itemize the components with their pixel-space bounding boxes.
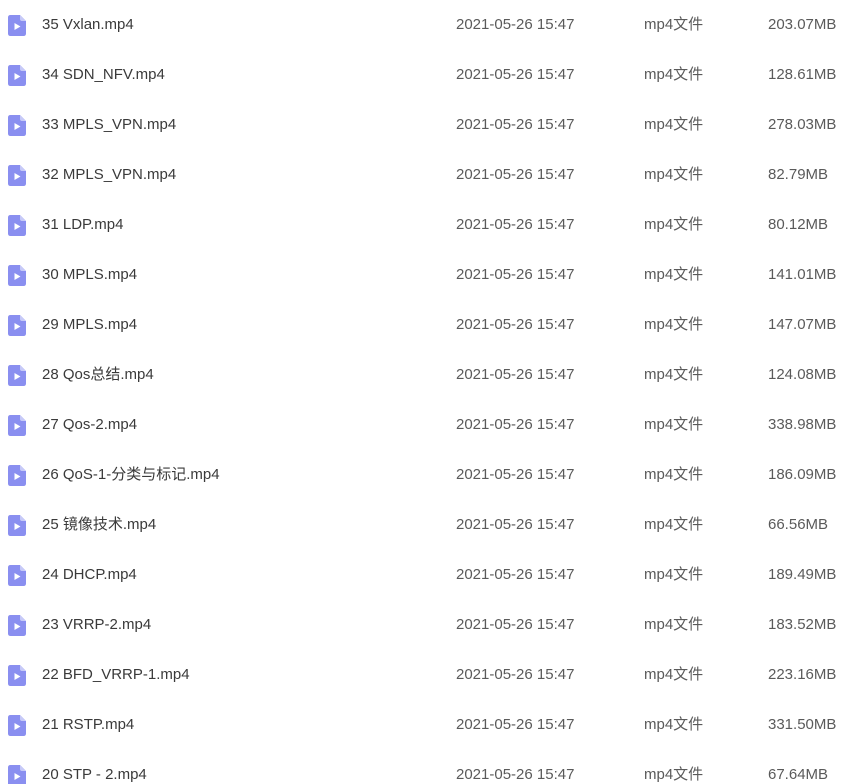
file-size: 141.01MB xyxy=(768,266,837,283)
file-name[interactable]: 28 Qos总结.mp4 xyxy=(42,366,154,384)
file-size: 331.50MB xyxy=(768,716,837,733)
file-list: 35 Vxlan.mp4 2021-05-26 15:47 mp4文件 203.07M… xyxy=(0,0,862,784)
video-file-icon xyxy=(8,765,26,784)
file-row[interactable]: 34 SDN_NFV.mp4 2021-05-26 15:47 mp4文件 128.6… xyxy=(0,50,862,100)
file-row[interactable]: 27 Qos-2.mp4 2021-05-26 15:47 mp4文件 338.98M… xyxy=(0,400,862,450)
file-row[interactable]: 26 QoS-1-分类与标记.mp4 2021-05-26 15:47 mp4文件 1… xyxy=(0,450,862,500)
file-type: mp4文件 xyxy=(644,766,704,783)
file-modified-date: 2021-05-26 15:47 xyxy=(456,116,575,133)
video-file-icon xyxy=(8,265,26,286)
video-file-icon xyxy=(8,65,26,86)
file-name[interactable]: 35 Vxlan.mp4 xyxy=(42,16,134,34)
file-type: mp4文件 xyxy=(644,266,704,283)
file-name[interactable]: 24 DHCP.mp4 xyxy=(42,566,137,584)
file-modified-date: 2021-05-26 15:47 xyxy=(456,716,575,733)
file-type: mp4文件 xyxy=(644,516,704,533)
file-name[interactable]: 25 镜像技术.mp4 xyxy=(42,516,156,534)
file-name[interactable]: 33 MPLS_VPN.mp4 xyxy=(42,116,176,134)
file-type: mp4文件 xyxy=(644,116,704,133)
file-name[interactable]: 21 RSTP.mp4 xyxy=(42,716,134,734)
file-size: 80.12MB xyxy=(768,216,829,233)
file-type: mp4文件 xyxy=(644,716,704,733)
file-name[interactable]: 26 QoS-1-分类与标记.mp4 xyxy=(42,466,220,484)
video-file-icon xyxy=(8,15,26,36)
file-size: 338.98MB xyxy=(768,416,837,433)
file-size: 67.64MB xyxy=(768,766,829,783)
file-row[interactable]: 22 BFD_VRRP-1.mp4 2021-05-26 15:47 mp4文件 22… xyxy=(0,650,862,700)
file-modified-date: 2021-05-26 15:47 xyxy=(456,166,575,183)
video-file-icon xyxy=(8,215,26,236)
file-modified-date: 2021-05-26 15:47 xyxy=(456,616,575,633)
file-row[interactable]: 28 Qos总结.mp4 2021-05-26 15:47 mp4文件 124.08M… xyxy=(0,350,862,400)
file-modified-date: 2021-05-26 15:47 xyxy=(456,16,575,33)
file-size: 66.56MB xyxy=(768,516,829,533)
file-modified-date: 2021-05-26 15:47 xyxy=(456,766,575,783)
file-name[interactable]: 34 SDN_NFV.mp4 xyxy=(42,66,165,84)
file-type: mp4文件 xyxy=(644,616,704,633)
video-file-icon xyxy=(8,665,26,686)
video-file-icon xyxy=(8,615,26,636)
file-row[interactable]: 29 MPLS.mp4 2021-05-26 15:47 mp4文件 147.07MB xyxy=(0,300,862,350)
file-size: 82.79MB xyxy=(768,166,829,183)
file-row[interactable]: 33 MPLS_VPN.mp4 2021-05-26 15:47 mp4文件 278.… xyxy=(0,100,862,150)
video-file-icon xyxy=(8,165,26,186)
file-type: mp4文件 xyxy=(644,216,704,233)
file-modified-date: 2021-05-26 15:47 xyxy=(456,416,575,433)
file-size: 183.52MB xyxy=(768,616,837,633)
file-row[interactable]: 20 STP - 2.mp4 2021-05-26 15:47 mp4文件 67.64… xyxy=(0,750,862,784)
file-size: 223.16MB xyxy=(768,666,837,683)
video-file-icon xyxy=(8,365,26,386)
file-type: mp4文件 xyxy=(644,366,704,383)
file-row[interactable]: 31 LDP.mp4 2021-05-26 15:47 mp4文件 80.12MB xyxy=(0,200,862,250)
file-type: mp4文件 xyxy=(644,16,704,33)
file-type: mp4文件 xyxy=(644,66,704,83)
file-size: 124.08MB xyxy=(768,366,837,383)
file-name[interactable]: 30 MPLS.mp4 xyxy=(42,266,137,284)
file-modified-date: 2021-05-26 15:47 xyxy=(456,66,575,83)
file-size: 278.03MB xyxy=(768,116,837,133)
file-name[interactable]: 32 MPLS_VPN.mp4 xyxy=(42,166,176,184)
file-type: mp4文件 xyxy=(644,666,704,683)
file-modified-date: 2021-05-26 15:47 xyxy=(456,466,575,483)
file-row[interactable]: 21 RSTP.mp4 2021-05-26 15:47 mp4文件 331.50MB xyxy=(0,700,862,750)
file-row[interactable]: 25 镜像技术.mp4 2021-05-26 15:47 mp4文件 66.56MB xyxy=(0,500,862,550)
video-file-icon xyxy=(8,715,26,736)
file-modified-date: 2021-05-26 15:47 xyxy=(456,566,575,583)
file-modified-date: 2021-05-26 15:47 xyxy=(456,316,575,333)
file-row[interactable]: 30 MPLS.mp4 2021-05-26 15:47 mp4文件 141.01MB xyxy=(0,250,862,300)
file-type: mp4文件 xyxy=(644,166,704,183)
video-file-icon xyxy=(8,465,26,486)
file-modified-date: 2021-05-26 15:47 xyxy=(456,266,575,283)
file-name[interactable]: 29 MPLS.mp4 xyxy=(42,316,137,334)
file-size: 186.09MB xyxy=(768,466,837,483)
file-name[interactable]: 22 BFD_VRRP-1.mp4 xyxy=(42,666,190,684)
file-size: 128.61MB xyxy=(768,66,837,83)
file-type: mp4文件 xyxy=(644,566,704,583)
file-modified-date: 2021-05-26 15:47 xyxy=(456,216,575,233)
file-name[interactable]: 20 STP - 2.mp4 xyxy=(42,766,147,784)
file-name[interactable]: 31 LDP.mp4 xyxy=(42,216,123,234)
file-modified-date: 2021-05-26 15:47 xyxy=(456,666,575,683)
file-modified-date: 2021-05-26 15:47 xyxy=(456,366,575,383)
file-name[interactable]: 23 VRRP-2.mp4 xyxy=(42,616,151,634)
file-row[interactable]: 32 MPLS_VPN.mp4 2021-05-26 15:47 mp4文件 82.7… xyxy=(0,150,862,200)
video-file-icon xyxy=(8,115,26,136)
file-name[interactable]: 27 Qos-2.mp4 xyxy=(42,416,137,434)
video-file-icon xyxy=(8,565,26,586)
file-modified-date: 2021-05-26 15:47 xyxy=(456,516,575,533)
video-file-icon xyxy=(8,515,26,536)
file-size: 203.07MB xyxy=(768,16,837,33)
file-type: mp4文件 xyxy=(644,316,704,333)
file-row[interactable]: 24 DHCP.mp4 2021-05-26 15:47 mp4文件 189.49MB xyxy=(0,550,862,600)
file-type: mp4文件 xyxy=(644,416,704,433)
file-type: mp4文件 xyxy=(644,466,704,483)
file-size: 147.07MB xyxy=(768,316,837,333)
file-row[interactable]: 35 Vxlan.mp4 2021-05-26 15:47 mp4文件 203.07M… xyxy=(0,0,862,50)
video-file-icon xyxy=(8,315,26,336)
file-size: 189.49MB xyxy=(768,566,837,583)
video-file-icon xyxy=(8,415,26,436)
file-row[interactable]: 23 VRRP-2.mp4 2021-05-26 15:47 mp4文件 183.52… xyxy=(0,600,862,650)
